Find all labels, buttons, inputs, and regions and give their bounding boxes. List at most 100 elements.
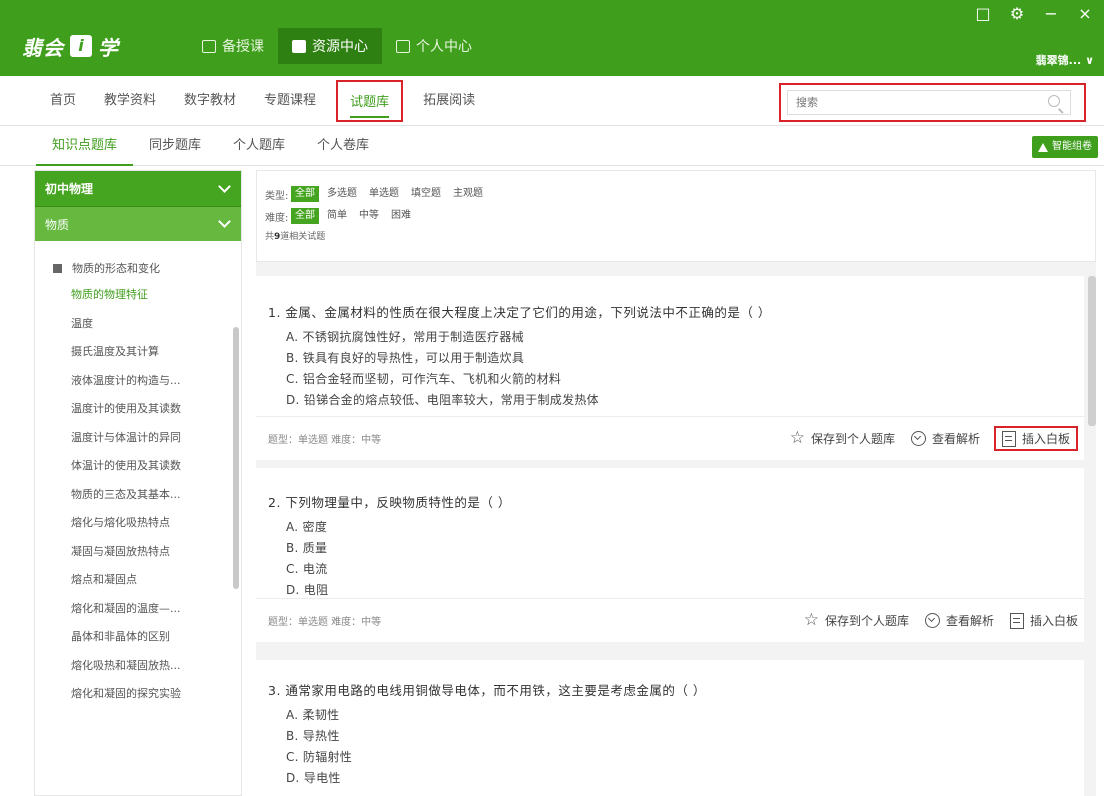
difficulty-option-easy[interactable]: 简单	[323, 208, 351, 224]
list-item[interactable]: 物质的物理特征	[53, 281, 229, 310]
list-item[interactable]: 温度计与体温计的异同	[53, 424, 229, 453]
action-label: 查看解析	[945, 614, 994, 628]
action-label: 保存到个人题库	[810, 432, 895, 446]
type-option-all[interactable]: 全部	[291, 186, 319, 202]
chevron-down-icon	[218, 179, 231, 193]
close-icon[interactable]: ×	[1076, 4, 1094, 23]
chapter-label: 物质	[45, 217, 70, 232]
list-item[interactable]: 凝固与凝固放热特点	[53, 538, 229, 567]
question-option: B. 质量	[286, 541, 328, 555]
top-bar: 翡会 i 学 备授课 资源中心 个人中心 □ ⚙ − × 翡翠锦... ∨	[0, 0, 1104, 76]
tab-label: 首页	[50, 93, 77, 108]
list-item[interactable]: 熔化和凝固的探究实验	[53, 680, 229, 709]
sidebar-scrollbar[interactable]	[233, 327, 239, 589]
question-option: D. 导电性	[286, 771, 341, 785]
subject-selector[interactable]: 初中物理	[35, 171, 241, 207]
logo-box: i	[70, 35, 92, 57]
topnav-prepare[interactable]: 备授课	[188, 28, 278, 64]
search-box	[779, 83, 1086, 122]
search-input[interactable]	[787, 90, 1071, 115]
whiteboard-icon	[1009, 612, 1024, 629]
save-to-bank-button[interactable]: ☆ 保存到个人题库	[790, 430, 895, 447]
chevron-down-icon	[218, 215, 231, 228]
topnav-label: 个人中心	[416, 39, 472, 55]
list-item[interactable]: 熔化与熔化吸热特点	[53, 509, 229, 538]
chapter-selector[interactable]: 物质	[35, 207, 241, 241]
topnav-personal-center[interactable]: 个人中心	[382, 28, 486, 64]
tab-teaching-materials[interactable]: 教学资料	[90, 87, 170, 115]
count-suffix: 道相关试题	[280, 232, 326, 242]
question-option: C. 电流	[286, 562, 328, 576]
count-prefix: 共	[265, 232, 275, 242]
user-name: 翡翠锦...	[1035, 54, 1082, 67]
list-item[interactable]: 温度	[53, 310, 229, 339]
tab-personal-papers[interactable]: 个人卷库	[301, 126, 385, 166]
minimize-icon[interactable]: −	[1042, 4, 1060, 23]
question-card: 1. 金属、金属材料的性质在很大程度上决定了它们的用途，下列说法中不正确的是（ …	[256, 276, 1084, 460]
tab-sync-bank[interactable]: 同步题库	[133, 126, 217, 166]
difficulty-filter: 难度: 全部 简单 中等 困难	[265, 205, 1087, 227]
question-footer: 题型：单选题 难度：中等 ☆ 保存到个人题库 查看解析 插入白板	[256, 598, 1084, 642]
list-item[interactable]: 物质的三态及其基本...	[53, 481, 229, 510]
tab-question-bank[interactable]: 试题库	[336, 80, 404, 122]
question-list-area: 类型: 全部 多选题 单选题 填空题 主观题 难度: 全部 简单 中等 困难 共…	[256, 170, 1096, 796]
grid-icon	[292, 39, 306, 53]
star-icon: ☆	[803, 610, 819, 630]
insert-whiteboard-button[interactable]: 插入白板	[1009, 612, 1078, 629]
collapse-icon[interactable]	[53, 263, 62, 273]
button-label: 智能组卷	[1052, 141, 1092, 152]
list-item[interactable]: 摄氏温度及其计算	[53, 338, 229, 367]
content-scrollbar[interactable]	[1088, 276, 1096, 426]
knowledge-tree: 初中物理 物质 物质的形态和变化 物质的物理特征 温度 摄氏温度及其计算 液体温…	[34, 170, 242, 796]
type-option-subjective[interactable]: 主观题	[449, 186, 487, 202]
type-option-multi[interactable]: 多选题	[323, 186, 361, 202]
topnav-resource-center[interactable]: 资源中心	[278, 28, 382, 64]
gear-icon[interactable]: ⚙	[1008, 4, 1026, 23]
view-analysis-button[interactable]: 查看解析	[924, 612, 994, 629]
action-label: 查看解析	[931, 432, 980, 446]
question-bank-nav: 知识点题库 同步题库 个人题库 个人卷库	[0, 126, 1104, 166]
topnav-label: 备授课	[222, 39, 264, 55]
chevron-circle-icon	[910, 431, 926, 446]
tab-label: 数字教材	[184, 93, 237, 108]
list-item[interactable]: 熔化和凝固的温度—...	[53, 595, 229, 624]
smart-paper-button[interactable]: 智能组卷	[1032, 136, 1098, 158]
question-option: C. 防辐射性	[286, 750, 353, 764]
whiteboard-icon	[1001, 430, 1016, 447]
list-item[interactable]: 晶体和非晶体的区别	[53, 623, 229, 652]
tab-digital-textbook[interactable]: 数字教材	[170, 87, 250, 115]
question-title: 3. 通常家用电路的电线用铜做导电体，而不用铁，这主要是考虑金属的（ ）	[268, 683, 706, 698]
list-item[interactable]: 液体温度计的构造与...	[53, 367, 229, 396]
tab-personal-bank[interactable]: 个人题库	[217, 126, 301, 166]
restore-icon[interactable]: □	[974, 4, 992, 23]
user-menu[interactable]: 翡翠锦... ∨	[1036, 52, 1094, 68]
type-option-fill[interactable]: 填空题	[407, 186, 445, 202]
view-analysis-button[interactable]: 查看解析	[910, 430, 980, 447]
list-item[interactable]: 熔点和凝固点	[53, 566, 229, 595]
tree-group[interactable]: 物质的形态和变化	[53, 255, 241, 281]
tab-knowledge-bank[interactable]: 知识点题库	[36, 126, 134, 166]
chevron-circle-icon	[924, 613, 940, 628]
list-item[interactable]: 熔化吸热和凝固放热...	[53, 652, 229, 681]
subject-label: 初中物理	[45, 182, 94, 196]
search-icon[interactable]	[1048, 95, 1060, 107]
difficulty-option-all[interactable]: 全部	[291, 208, 319, 224]
tab-special-courses[interactable]: 专题课程	[250, 87, 330, 115]
question-card: 2. 下列物理量中，反映物质特性的是（ ） A. 密度 B. 质量 C. 电流 …	[256, 468, 1084, 642]
difficulty-option-hard[interactable]: 困难	[387, 208, 415, 224]
difficulty-option-medium[interactable]: 中等	[355, 208, 383, 224]
app-logo: 翡会 i 学	[22, 28, 118, 64]
save-to-bank-button[interactable]: ☆ 保存到个人题库	[804, 612, 909, 629]
type-option-single[interactable]: 单选题	[365, 186, 403, 202]
action-label: 插入白板	[1021, 432, 1070, 446]
knowledge-list: 物质的形态和变化 物质的物理特征 温度 摄氏温度及其计算 液体温度计的构造与..…	[35, 241, 241, 709]
question-card: 3. 通常家用电路的电线用铜做导电体，而不用铁，这主要是考虑金属的（ ） A. …	[256, 660, 1084, 796]
tab-extended-reading[interactable]: 拓展阅读	[409, 87, 489, 115]
insert-whiteboard-button[interactable]: 插入白板	[993, 426, 1078, 451]
question-option: C. 铝合金轻而坚韧，可作汽车、飞机和火箭的材料	[286, 372, 562, 386]
tab-home[interactable]: 首页	[36, 87, 90, 115]
question-meta: 题型：单选题 难度：中等	[268, 617, 382, 628]
filter-panel: 类型: 全部 多选题 单选题 填空题 主观题 难度: 全部 简单 中等 困难 共…	[256, 170, 1096, 262]
list-item[interactable]: 体温计的使用及其读数	[53, 452, 229, 481]
list-item[interactable]: 温度计的使用及其读数	[53, 395, 229, 424]
